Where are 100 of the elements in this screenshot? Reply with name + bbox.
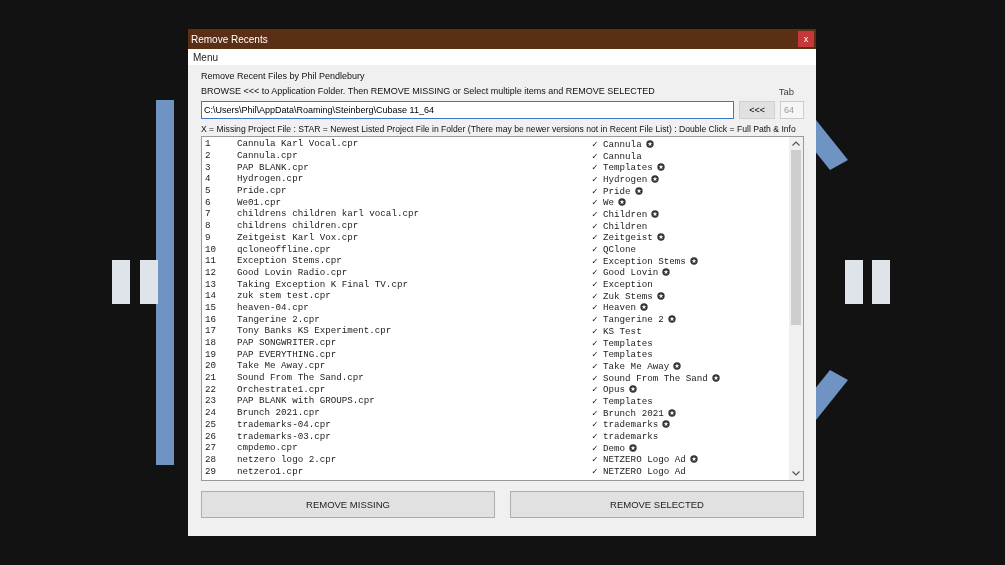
- file-name[interactable]: PAP BLANK.cpr: [237, 161, 592, 173]
- row-number: 9: [204, 231, 212, 243]
- file-name[interactable]: PAP EVERYTHING.cpr: [237, 348, 592, 360]
- scroll-down-icon[interactable]: [792, 471, 800, 476]
- row-number: 11: [204, 255, 218, 267]
- row-number: 23: [204, 395, 218, 407]
- file-name[interactable]: zuk stem test.cpr: [237, 290, 592, 302]
- folder-name[interactable]: ✓ Zuk Stems: [592, 289, 653, 302]
- row-number: 26: [204, 430, 218, 442]
- folder-name[interactable]: ✓ Templates: [592, 348, 653, 361]
- folder-name[interactable]: ✓ Templates: [592, 161, 653, 174]
- folder-name[interactable]: ✓ Demo: [592, 441, 626, 454]
- row-number: 2: [204, 150, 212, 162]
- folder-name[interactable]: ✓ Zeitgeist: [592, 231, 653, 244]
- row-number: 5: [204, 185, 212, 197]
- file-name[interactable]: We01.cpr: [237, 196, 592, 208]
- file-name[interactable]: childrens children karl vocal.cpr: [237, 208, 592, 220]
- row-number: 28: [204, 453, 218, 465]
- folder-name[interactable]: ✓ QClone: [592, 243, 637, 256]
- remove-button[interactable]: REMOVE MISSING: [201, 491, 495, 518]
- browse-button[interactable]: <<<: [739, 101, 775, 119]
- remove-button[interactable]: REMOVE SELECTED: [510, 491, 804, 518]
- row-number: 15: [204, 301, 218, 313]
- file-name[interactable]: Taking Exception K Final TV.cpr: [237, 278, 592, 290]
- instructions-text: BROWSE <<< to Application Folder. Then REMOVE MISSING or Select multiple items and REMOVE SELECTED: [201, 86, 655, 98]
- row-number: 17: [204, 325, 218, 337]
- row-number: 19: [204, 348, 218, 360]
- row-number: 1: [204, 138, 212, 150]
- row-number: 27: [204, 442, 218, 454]
- folder-name[interactable]: ✓ KS Test: [592, 324, 642, 337]
- file-name[interactable]: netzero logo 2.cpr: [237, 453, 592, 465]
- row-number: 12: [204, 266, 218, 278]
- folder-name[interactable]: ✓ Children: [592, 219, 648, 232]
- folder-name[interactable]: ✓ Templates: [592, 394, 653, 407]
- folder-name[interactable]: ✓ Exception: [592, 278, 653, 291]
- row-number: 13: [204, 278, 218, 290]
- row-number: 24: [204, 407, 218, 419]
- folder-name[interactable]: ✓ Cannula: [592, 137, 642, 150]
- file-name[interactable]: childrens children.cpr: [237, 220, 592, 232]
- row-number: 6: [204, 196, 212, 208]
- folder-name[interactable]: ✓ NETZERO Logo Ad: [592, 465, 686, 478]
- folder-name[interactable]: ✓ Tangerine 2: [592, 313, 664, 326]
- file-name[interactable]: Sound From The Sand.cpr: [237, 372, 592, 384]
- folder-name[interactable]: ✓ Pride: [592, 184, 631, 197]
- row-number: 22: [204, 383, 218, 395]
- file-name[interactable]: Cannula Karl Vocal.cpr: [237, 138, 592, 150]
- folder-name[interactable]: ✓ Heaven: [592, 301, 637, 314]
- file-name[interactable]: netzero1.cpr: [237, 465, 592, 477]
- folder-name[interactable]: ✓ Good Lovin: [592, 266, 659, 279]
- file-name[interactable]: trademarks-03.cpr: [237, 430, 592, 442]
- row-number: 3: [204, 161, 212, 173]
- file-name[interactable]: Good Lovin Radio.cpr: [237, 266, 592, 278]
- file-name[interactable]: Tangerine 2.cpr: [237, 313, 592, 325]
- file-name[interactable]: Zeitgeist Karl Vox.cpr: [237, 231, 592, 243]
- menu-item[interactable]: Menu: [193, 51, 218, 63]
- folder-name[interactable]: ✓ Cannula: [592, 149, 642, 162]
- folder-name[interactable]: ✓ Children: [592, 207, 648, 220]
- folder-name[interactable]: ✓ NETZERO Logo Ad: [592, 453, 686, 466]
- file-name[interactable]: Exception Stems.cpr: [237, 255, 592, 267]
- file-name[interactable]: PAP BLANK with GROUPS.cpr: [237, 395, 592, 407]
- path-field[interactable]: C:\Users\Phil\AppData\Roaming\Steinberg\Cubase 11_64: [201, 101, 735, 119]
- tab-label: Tab: [778, 86, 794, 98]
- row-number: 16: [204, 313, 218, 325]
- scroll-up-icon[interactable]: [792, 141, 800, 146]
- row-number: 4: [204, 173, 212, 185]
- folder-name[interactable]: ✓ Take Me Away: [592, 359, 670, 372]
- close-button[interactable]: x: [798, 31, 814, 47]
- file-name[interactable]: cmpdemo.cpr: [237, 442, 592, 454]
- folder-name[interactable]: ✓ Opus: [592, 383, 626, 396]
- row-number: 21: [204, 372, 218, 384]
- credit-text: Remove Recent Files by Phil Pendlebury: [201, 71, 366, 83]
- row-number: 29: [204, 465, 218, 477]
- folder-name[interactable]: ✓ trademarks: [592, 430, 659, 443]
- scrollbar-thumb[interactable]: [791, 150, 801, 325]
- folder-name[interactable]: ✓ Brunch 2021: [592, 406, 664, 419]
- file-name[interactable]: qcloneoffline.cpr: [237, 243, 592, 255]
- folder-name[interactable]: ✓ Hydrogen: [592, 172, 648, 185]
- file-name[interactable]: Take Me Away.cpr: [237, 360, 592, 372]
- file-name[interactable]: PAP SONGWRITER.cpr: [237, 337, 592, 349]
- scrollbar[interactable]: [789, 137, 803, 480]
- file-name[interactable]: Pride.cpr: [237, 185, 592, 197]
- folder-name[interactable]: ✓ Templates: [592, 336, 653, 349]
- file-name[interactable]: Hydrogen.cpr: [237, 173, 592, 185]
- folder-name[interactable]: ✓ Exception Stems: [592, 254, 686, 267]
- row-number: 20: [204, 360, 218, 372]
- row-number: 18: [204, 337, 218, 349]
- folder-name[interactable]: ✓ trademarks: [592, 418, 659, 431]
- folder-name[interactable]: ✓ Sound From The Sand: [592, 371, 708, 384]
- file-name[interactable]: Orchestrate1.cpr: [237, 383, 592, 395]
- file-name[interactable]: Cannula.cpr: [237, 150, 592, 162]
- row-number: 7: [204, 208, 212, 220]
- folder-name[interactable]: ✓ We: [592, 196, 615, 209]
- row-number: 10: [204, 243, 218, 255]
- file-name[interactable]: heaven-04.cpr: [237, 301, 592, 313]
- row-number: 25: [204, 418, 218, 430]
- file-name[interactable]: Brunch 2021.cpr: [237, 407, 592, 419]
- window-title: Remove Recents: [191, 33, 268, 45]
- file-name[interactable]: Tony Banks KS Experiment.cpr: [237, 325, 592, 337]
- row-number: 14: [204, 290, 218, 302]
- file-name[interactable]: trademarks-04.cpr: [237, 418, 592, 430]
